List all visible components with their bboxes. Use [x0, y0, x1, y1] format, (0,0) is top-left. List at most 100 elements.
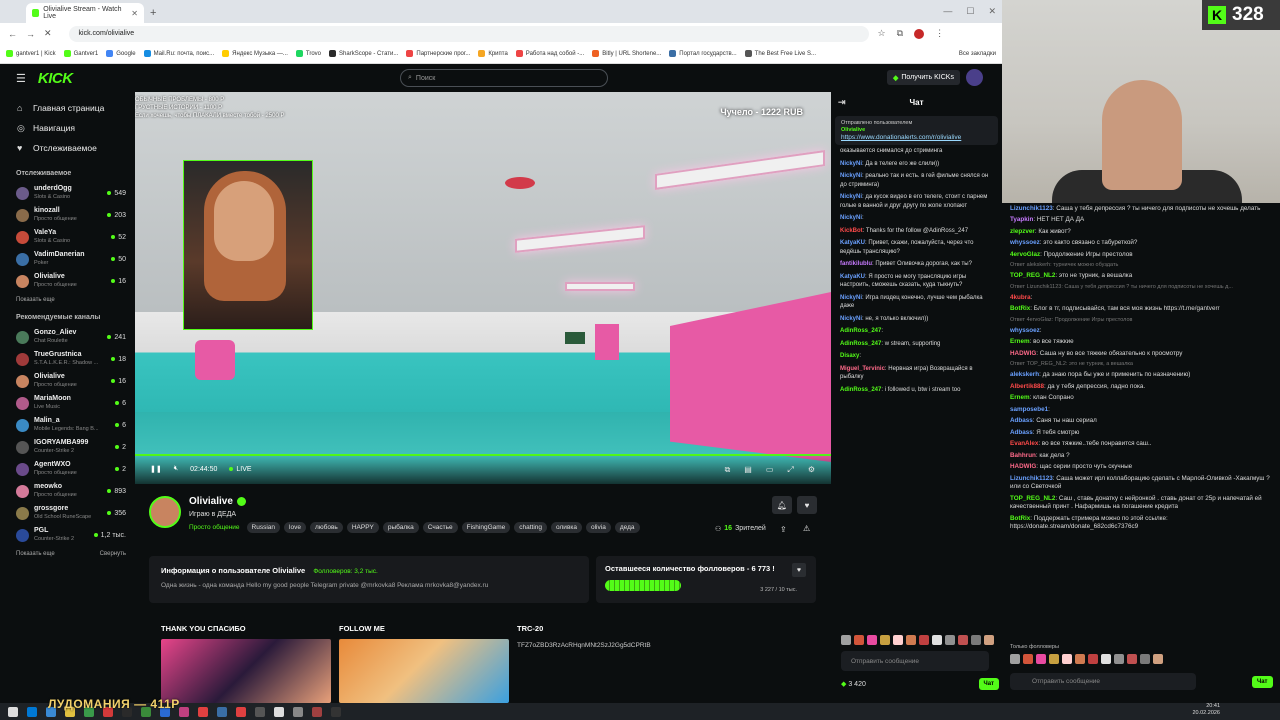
chat-username[interactable]: alekskerh — [1010, 371, 1039, 378]
taskbar-app-icon[interactable] — [293, 706, 303, 717]
taskbar-app-icon[interactable] — [217, 706, 227, 717]
taskbar-app-icon[interactable] — [198, 706, 208, 717]
chat-username[interactable]: HADWIG — [1010, 463, 1036, 470]
emote-icon[interactable] — [1140, 654, 1150, 664]
emote-icon[interactable] — [984, 635, 994, 645]
emote-icon[interactable] — [1023, 654, 1033, 664]
bookmark-item[interactable]: Яндекс Музыка —... — [222, 50, 288, 57]
chat-username[interactable]: AdinRoss_247 — [840, 328, 881, 334]
channel-item[interactable]: MariaMoon Live Music 6 — [0, 392, 135, 414]
channel-item[interactable]: Olivialive Просто общение 16 — [0, 270, 135, 292]
chat-username[interactable]: Adbass — [1010, 429, 1033, 436]
chat-username[interactable]: Miguel_Tervinic — [840, 366, 885, 372]
report-icon[interactable]: ⚠ — [803, 524, 810, 533]
emote-icon[interactable] — [880, 635, 890, 645]
emote-icon[interactable] — [932, 635, 942, 645]
chat-username[interactable]: AdinRoss_247 — [840, 341, 881, 347]
close-window-icon[interactable]: ✕ — [988, 6, 996, 17]
bookmark-item[interactable]: Gantver1 — [63, 50, 98, 57]
emote-icon[interactable] — [841, 635, 851, 645]
emote-icon[interactable] — [971, 635, 981, 645]
tag-chip[interactable]: chatting — [514, 522, 548, 533]
channel-item[interactable]: IGORYAMBA999 Counter-Strike 2 2 — [0, 436, 135, 458]
follow-heart-icon[interactable]: ♥ — [797, 496, 817, 514]
volume-icon[interactable]: 🔇︎ — [174, 465, 178, 473]
bookmark-item[interactable]: Крипта — [478, 50, 508, 57]
bookmark-item[interactable]: Партнерские прог... — [406, 50, 470, 57]
video-player[interactable]: ОБЫЧНЫЕ ПРОБЛЕМЫ - 800 Р ГРУСТНЫЕ ИСТОРИИ… — [135, 92, 831, 484]
goal-heart-icon[interactable]: ♥ — [792, 563, 806, 577]
chat-username[interactable]: BotRix — [1010, 305, 1030, 312]
nav-item[interactable]: ⌂ Главная страница — [0, 98, 135, 118]
chat-username[interactable]: whyssoez — [1010, 327, 1040, 334]
chat-username[interactable]: Tyapkin — [1010, 216, 1033, 223]
emote-icon[interactable] — [1075, 654, 1085, 664]
user-avatar[interactable] — [966, 69, 983, 86]
nav-item[interactable]: ♥ Отслеживаемое — [0, 138, 135, 158]
channel-item[interactable]: kinozall Просто общение 203 — [0, 204, 135, 226]
chat-username[interactable]: 4ervoGlaz — [1010, 251, 1040, 258]
bookmark-star-icon[interactable]: ☆ — [878, 28, 886, 39]
bookmark-item[interactable]: Mail.Ru: почта, поис... — [143, 50, 214, 57]
bookmark-item[interactable]: Trovo — [295, 50, 321, 57]
chat-username[interactable]: 4kubra — [1010, 294, 1031, 301]
emote-icon[interactable] — [854, 635, 864, 645]
panel-image-follow[interactable] — [339, 639, 509, 703]
chat-username[interactable]: NickyNi — [840, 215, 862, 221]
chat-input[interactable]: Отправить сообщение — [841, 651, 989, 671]
emote-icon[interactable] — [1036, 654, 1046, 664]
tag-chip[interactable]: рыбалка — [382, 522, 419, 533]
collapse-chat-icon[interactable]: ⇥ — [838, 97, 846, 108]
chat-username[interactable]: NickyNi — [840, 316, 862, 322]
emote-icon[interactable] — [1049, 654, 1059, 664]
overlay-chat-input[interactable]: Отправить сообщение — [1010, 673, 1196, 690]
chat-username[interactable]: HADWIG — [1010, 350, 1036, 357]
taskbar-app-icon[interactable] — [8, 706, 18, 717]
taskbar-app-icon[interactable] — [331, 706, 341, 717]
bookmark-item[interactable]: Google — [106, 50, 136, 57]
chat-username[interactable]: KatyaKU — [840, 274, 865, 280]
category-link[interactable]: Просто общение — [189, 524, 240, 531]
maximize-icon[interactable]: ☐ — [966, 6, 974, 17]
chat-username[interactable]: NickyNi — [840, 161, 862, 167]
chat-username[interactable]: Lizunchik1123 — [1010, 475, 1053, 482]
channel-item[interactable]: Malin_a Mobile Legends: Bang B... 6 — [0, 414, 135, 436]
emote-icon[interactable] — [893, 635, 903, 645]
taskbar-app-icon[interactable] — [236, 706, 246, 717]
tag-chip[interactable]: оливка — [551, 522, 582, 533]
taskbar-app-icon[interactable] — [179, 706, 189, 717]
bookmark-item[interactable]: gantver1 | Kick — [6, 50, 56, 57]
chat-username[interactable]: AdinRoss_247 — [840, 387, 881, 393]
show-more-recommended[interactable]: Показать еще Свернуть — [0, 546, 135, 562]
channel-avatar[interactable] — [149, 496, 181, 528]
channel-name[interactable]: Olivialive — [189, 496, 246, 507]
emote-icon[interactable] — [1062, 654, 1072, 664]
taskbar-app-icon[interactable] — [27, 706, 37, 717]
theater-icon[interactable]: ▭ — [766, 465, 774, 475]
chat-username[interactable]: TOP_REG_NL2 — [1010, 495, 1055, 502]
hamburger-menu-icon[interactable]: ☰ — [16, 72, 26, 85]
minimize-icon[interactable]: — — [943, 6, 952, 17]
tag-chip[interactable]: HAPPY — [346, 522, 379, 533]
tag-chip[interactable]: любовь — [309, 522, 343, 533]
channel-item[interactable]: grossgore Old School RuneScape 356 — [0, 502, 135, 524]
new-tab-icon[interactable]: + — [150, 7, 156, 19]
taskbar-app-icon[interactable] — [274, 706, 284, 717]
forward-icon[interactable]: → — [26, 29, 35, 39]
all-bookmarks[interactable]: Все закладки — [959, 51, 996, 57]
url-field[interactable]: kick.com/olivialive — [68, 25, 869, 42]
chat-username[interactable]: KatyaKU — [840, 240, 865, 246]
emote-icon[interactable] — [958, 635, 968, 645]
chat-username[interactable]: Disaxy — [840, 353, 859, 359]
pause-icon[interactable]: ❚❚ — [150, 465, 162, 473]
menu-icon[interactable]: ⋮ — [935, 28, 944, 39]
tag-chip[interactable]: love — [284, 522, 306, 533]
panel-image-thanks[interactable] — [161, 639, 331, 703]
channel-item[interactable]: TrueGrustnica S.T.A.L.K.E.R.: Shadow ... 1… — [0, 348, 135, 370]
overlay-send-button[interactable]: Чат — [1252, 676, 1273, 688]
chat-username[interactable]: EvanAlex — [1010, 440, 1038, 447]
emote-icon[interactable] — [945, 635, 955, 645]
emote-icon[interactable] — [1088, 654, 1098, 664]
bookmark-item[interactable]: Bitly | URL Shortene... — [592, 50, 661, 57]
emote-icon[interactable] — [1127, 654, 1137, 664]
